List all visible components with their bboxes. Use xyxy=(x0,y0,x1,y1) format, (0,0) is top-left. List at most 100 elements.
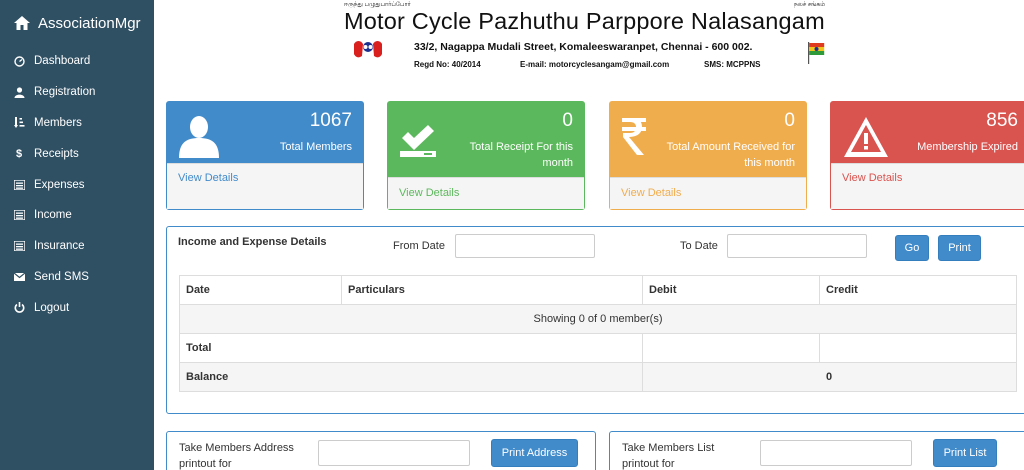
card-footer xyxy=(831,163,1024,209)
total-amount-value: 0 xyxy=(784,110,795,131)
dollar-icon: $ xyxy=(15,147,23,160)
print-address-panel: Take Members Address printout for Print … xyxy=(166,431,596,470)
to-date-input[interactable] xyxy=(727,234,867,258)
income-expense-table: Date Particulars Debit Credit Showing 0 … xyxy=(179,275,1017,392)
warning-icon xyxy=(843,116,889,161)
sidebar-item-insurance[interactable]: Insurance xyxy=(0,231,154,262)
print-list-input[interactable] xyxy=(760,440,912,466)
sidebar-item-expenses[interactable]: Expenses xyxy=(0,169,154,200)
income-expense-title: Income and Expense Details xyxy=(178,236,327,248)
empty-message: Showing 0 of 0 member(s) xyxy=(179,304,1017,334)
balance-row: Balance 0 xyxy=(179,362,1017,392)
column-header-particulars: Particulars xyxy=(341,275,643,305)
check-icon xyxy=(400,122,436,161)
membership-expired-card: 856 Membership Expired View Details xyxy=(830,101,1024,210)
registration-number: Regd No: 40/2014 xyxy=(414,60,481,69)
total-members-label: Total Members xyxy=(279,141,352,153)
sidebar-item-send-sms[interactable]: Send SMS xyxy=(0,262,154,293)
sidebar-item-label: Logout xyxy=(34,301,70,314)
table-header-row: Date Particulars Debit Credit xyxy=(179,275,1017,305)
total-receipt-card: 0 Total Receipt For this month View Deta… xyxy=(387,101,585,210)
card-footer xyxy=(167,163,363,209)
sidebar-item-logout[interactable]: Logout xyxy=(0,292,154,323)
power-icon xyxy=(12,302,26,314)
total-receipt-value: 0 xyxy=(562,110,573,131)
column-header-date: Date xyxy=(179,275,342,305)
sidebar-item-registration[interactable]: Registration xyxy=(0,77,154,108)
sidebar: AssociationMgr Dashboard Registration Me… xyxy=(0,0,154,470)
sidebar-item-label: Expenses xyxy=(34,178,85,191)
go-button[interactable]: Go xyxy=(895,235,929,261)
print-list-label: Take Members List printout for xyxy=(622,442,715,470)
print-address-label: Take Members Address printout for xyxy=(179,442,294,470)
total-members-card: 1067 Total Members View Details xyxy=(166,101,364,210)
sidebar-item-label: Dashboard xyxy=(34,55,91,68)
sidebar-item-income[interactable]: Income xyxy=(0,200,154,231)
sidebar-item-label: Registration xyxy=(34,86,96,99)
sidebar-item-label: Receipts xyxy=(34,147,79,160)
total-receipt-label-line2: month xyxy=(542,157,573,169)
email-address: E-mail: motorcyclesangam@gmail.com xyxy=(520,60,670,69)
total-debit xyxy=(642,333,820,363)
from-date-input[interactable] xyxy=(455,234,595,258)
brand[interactable]: AssociationMgr xyxy=(0,0,154,46)
main-content: ஈருந்து பழுதுபார்ப்போர் நலச் சங்கம் Moto… xyxy=(154,0,1024,470)
card-header: 0 Total Receipt For this month xyxy=(388,102,584,178)
total-amount-label-line1: Total Amount Received for xyxy=(666,141,795,153)
sidebar-item-receipts[interactable]: $ Receipts xyxy=(0,138,154,169)
sidebar-item-label: Members xyxy=(34,116,82,129)
card-header: 856 Membership Expired xyxy=(831,102,1024,163)
membership-expired-view-details-link[interactable]: View Details xyxy=(842,172,902,184)
sidebar-item-label: Income xyxy=(34,209,72,222)
letterhead: ஈருந்து பழுதுபார்ப்போர் நலச் சங்கம் Moto… xyxy=(154,0,1024,84)
print-list-button[interactable]: Print List xyxy=(933,439,997,467)
user-icon xyxy=(12,87,26,98)
total-receipt-label-line1: Total Receipt For this xyxy=(469,141,573,153)
sidebar-item-label: Insurance xyxy=(34,240,85,253)
print-address-input[interactable] xyxy=(318,440,470,466)
membership-expired-value: 856 xyxy=(986,110,1018,131)
membership-expired-label: Membership Expired xyxy=(917,141,1018,153)
print-list-panel: Take Members List printout for Print Lis… xyxy=(609,431,1024,470)
sidebar-item-dashboard[interactable]: Dashboard xyxy=(0,46,154,77)
sidebar-nav: Dashboard Registration Members $ Receipt… xyxy=(0,46,154,323)
home-icon xyxy=(14,16,30,30)
list-icon xyxy=(12,241,26,252)
card-header: 1067 Total Members xyxy=(167,102,363,163)
sms-code: SMS: MCPPNS xyxy=(704,60,761,69)
balance-value: 0 xyxy=(642,362,1017,392)
sidebar-item-members[interactable]: Members xyxy=(0,108,154,139)
envelope-icon xyxy=(12,272,26,281)
table-row: Showing 0 of 0 member(s) xyxy=(179,304,1017,334)
flag-icon xyxy=(806,42,826,67)
total-label: Total xyxy=(179,333,643,363)
total-amount-label: Total Amount Received for this month xyxy=(667,139,795,171)
total-members-view-details-link[interactable]: View Details xyxy=(178,172,238,184)
total-receipt-label: Total Receipt For this month xyxy=(470,139,573,171)
card-header: 0 Total Amount Received for this month xyxy=(610,102,806,178)
total-amount-label-line2: this month xyxy=(744,157,795,169)
income-expense-panel: Income and Expense Details From Date To … xyxy=(166,226,1024,414)
column-header-credit: Credit xyxy=(819,275,1017,305)
to-date-label: To Date xyxy=(680,240,718,252)
total-members-value: 1067 xyxy=(309,110,352,131)
address: 33/2, Nagappa Mudali Street, Komaleeswar… xyxy=(414,41,753,53)
rupee-icon xyxy=(622,118,648,159)
dashboard-icon xyxy=(12,56,26,67)
list-icon xyxy=(12,210,26,221)
balance-label: Balance xyxy=(179,362,643,392)
brand-name: AssociationMgr xyxy=(38,14,141,32)
page-title: Motor Cycle Pazhuthu Parppore Nalasangam xyxy=(344,8,825,34)
list-icon xyxy=(12,179,26,190)
association-logo-icon xyxy=(352,38,384,63)
column-header-debit: Debit xyxy=(642,275,820,305)
total-receipt-view-details-link[interactable]: View Details xyxy=(399,187,459,199)
from-date-label: From Date xyxy=(393,240,445,252)
total-amount-card: 0 Total Amount Received for this month V… xyxy=(609,101,807,210)
total-amount-view-details-link[interactable]: View Details xyxy=(621,187,681,199)
print-button[interactable]: Print xyxy=(938,235,981,261)
sort-icon xyxy=(12,117,26,129)
print-address-button[interactable]: Print Address xyxy=(491,439,578,467)
total-credit xyxy=(819,333,1017,363)
user-icon xyxy=(179,116,219,161)
